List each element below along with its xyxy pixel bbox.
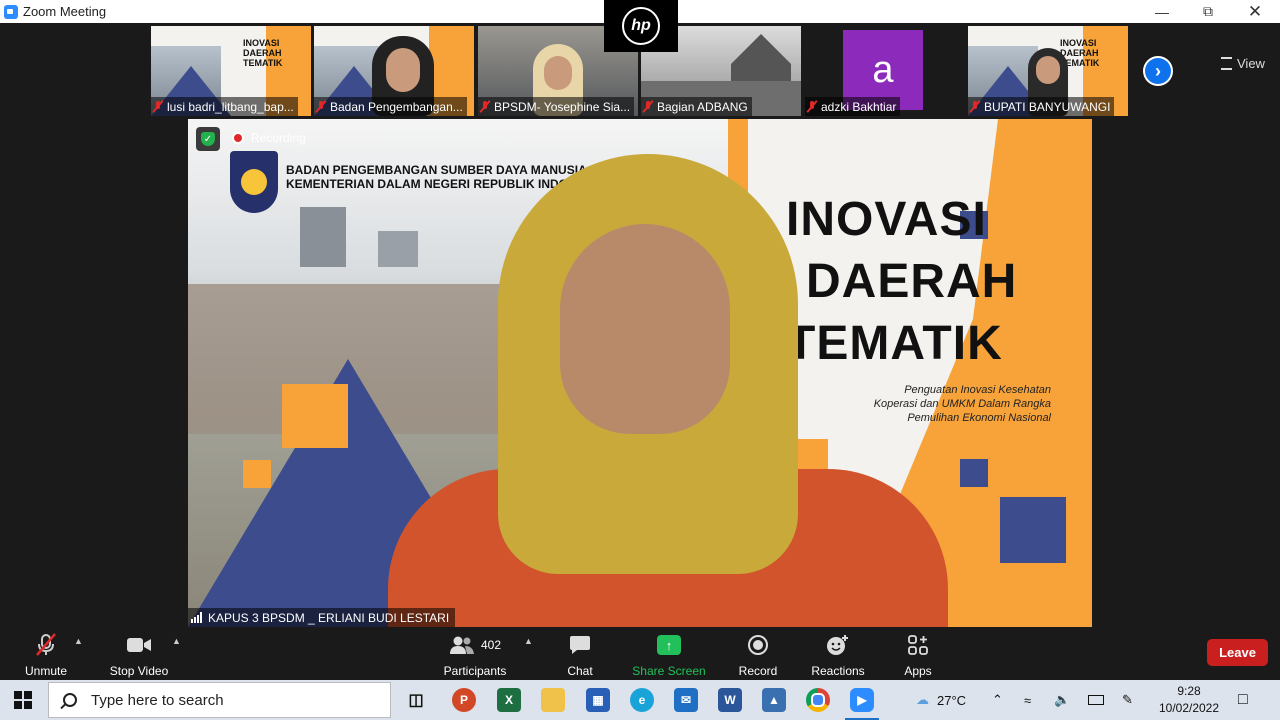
hp-logo: hp [622, 7, 660, 45]
active-speaker-video: BADAN PENGEMBANGAN SUMBER DAYA MANUSIA K… [188, 119, 1092, 627]
participant-thumbnail[interactable]: INOVASI DAERAH TEMATIK lusi badri_litban… [151, 26, 311, 116]
volume-speaker-icon[interactable]: 🔈 [1054, 680, 1070, 720]
restore-button[interactable]: ⧉ [1185, 0, 1231, 23]
mic-muted-icon [480, 100, 490, 113]
mic-muted-icon [643, 100, 653, 113]
participant-name: lusi badri_litbang_bap... [167, 99, 294, 114]
taskbar-clock[interactable]: 9:28 10/02/2022 [1152, 683, 1226, 717]
excel-icon[interactable]: X [497, 688, 521, 712]
speaker-name-label: KAPUS 3 BPSDM _ ERLIANI BUDI LESTARI [188, 608, 456, 627]
record-button[interactable]: Record [737, 633, 779, 678]
recording-indicator: Recording [232, 131, 306, 145]
participants-button[interactable]: 402 Participants [441, 633, 509, 678]
photos-icon[interactable]: ▲ [762, 688, 786, 712]
meeting-controls: Unmute ▲ Stop Video ▲ 402 Participants ▲… [0, 627, 1280, 680]
chrome-icon[interactable] [806, 688, 830, 712]
apps-icon [908, 633, 928, 657]
share-screen-button[interactable]: ↑ Share Screen [632, 633, 706, 678]
participants-count: 402 [480, 638, 502, 652]
show-hidden-icons-chevron-up-icon[interactable]: ⌃ [992, 680, 1003, 720]
view-button[interactable]: View [1221, 56, 1265, 71]
battery-icon[interactable] [1088, 680, 1104, 720]
slide-title: INOVASI DAERAH TEMATIK [786, 193, 1018, 370]
mic-muted-icon [970, 100, 980, 113]
share-screen-icon: ↑ [657, 635, 681, 655]
word-icon[interactable]: W [718, 688, 742, 712]
powerpoint-icon[interactable]: P [452, 688, 476, 712]
speaker-face [560, 224, 730, 434]
view-grid-icon [1221, 57, 1232, 70]
weather-cloud-icon: ☁ [916, 692, 929, 707]
chat-button[interactable]: Chat [560, 633, 600, 678]
mic-muted-icon [807, 100, 817, 113]
window-title: Zoom Meeting [23, 4, 107, 19]
participant-thumbnail[interactable]: a adzki Bakhtiar [805, 26, 965, 116]
participant-name: BPSDM- Yosephine Sia... [494, 99, 631, 114]
mic-muted-icon [153, 100, 163, 113]
slide-organization: BADAN PENGEMBANGAN SUMBER DAYA MANUSIA K… [286, 163, 587, 191]
slide-subtitle: Penguatan Inovasi Kesehatan Koperasi dan… [873, 384, 1051, 424]
participant-thumbnail[interactable]: Badan Pengembangan... [314, 26, 474, 116]
apps-button[interactable]: Apps [902, 633, 934, 678]
minimize-button[interactable]: — [1139, 0, 1185, 23]
search-icon [63, 693, 77, 707]
participants-icon: 402 [449, 633, 501, 657]
recording-dot-icon [232, 132, 244, 144]
participant-name: Bagian ADBANG [657, 99, 748, 114]
weather-widget[interactable]: ☁ 27°C [916, 680, 966, 720]
unmute-button[interactable]: Unmute [22, 633, 70, 678]
audio-options-caret[interactable]: ▲ [74, 636, 83, 646]
edge-browser-icon[interactable]: e [630, 688, 654, 712]
search-placeholder: Type here to search [91, 691, 224, 709]
kemendagri-emblem-icon [230, 151, 278, 213]
task-view-icon[interactable]: ◫ [404, 688, 428, 712]
security-shield-icon[interactable]: ✓ [196, 127, 220, 151]
file-explorer-icon[interactable] [541, 688, 565, 712]
video-options-caret[interactable]: ▲ [172, 636, 181, 646]
leave-button[interactable]: Leave [1207, 639, 1268, 666]
taskbar-search-box[interactable]: Type here to search [48, 682, 391, 718]
thumb-slide-title: INOVASI DAERAH TEMATIK [243, 38, 283, 68]
participant-name: adzki Bakhtiar [821, 99, 897, 114]
reactions-emoji-icon [826, 633, 850, 657]
participant-thumbnail[interactable]: INOVASI DAERAH TEMATIK BUPATI BANYUWANGI [968, 26, 1128, 116]
windows-start-icon[interactable] [14, 691, 32, 709]
windows-taskbar: Type here to search ◫ P X ▦ e ✉ W ▲ ▶ ☁ … [0, 680, 1280, 720]
pen-icon[interactable]: ✎ [1122, 680, 1133, 720]
hp-logo-overlay: hp [604, 0, 678, 52]
mic-muted-icon [35, 633, 57, 657]
next-participants-button[interactable]: › [1143, 56, 1173, 86]
reactions-button[interactable]: Reactions [809, 633, 867, 678]
zoom-logo-icon [4, 4, 18, 19]
chevron-right-icon: › [1145, 58, 1171, 84]
stop-video-button[interactable]: Stop Video [105, 633, 173, 678]
view-label: View [1237, 56, 1265, 71]
microsoft-store-icon[interactable]: ▦ [586, 688, 610, 712]
mic-muted-icon [316, 100, 326, 113]
chat-bubble-icon [569, 633, 591, 657]
participants-options-caret[interactable]: ▲ [524, 636, 533, 646]
video-camera-icon [126, 633, 152, 657]
zoom-app-icon[interactable]: ▶ [850, 688, 874, 712]
participant-name: BUPATI BANYUWANGI [984, 99, 1111, 114]
signal-bars-icon [191, 612, 203, 623]
record-icon [747, 633, 769, 657]
participant-name: Badan Pengembangan... [330, 99, 463, 114]
network-wifi-icon[interactable]: ≈ [1024, 680, 1031, 720]
notification-center-icon[interactable]: □ [1238, 680, 1248, 720]
close-button[interactable]: ✕ [1232, 0, 1278, 23]
mail-icon[interactable]: ✉ [674, 688, 698, 712]
